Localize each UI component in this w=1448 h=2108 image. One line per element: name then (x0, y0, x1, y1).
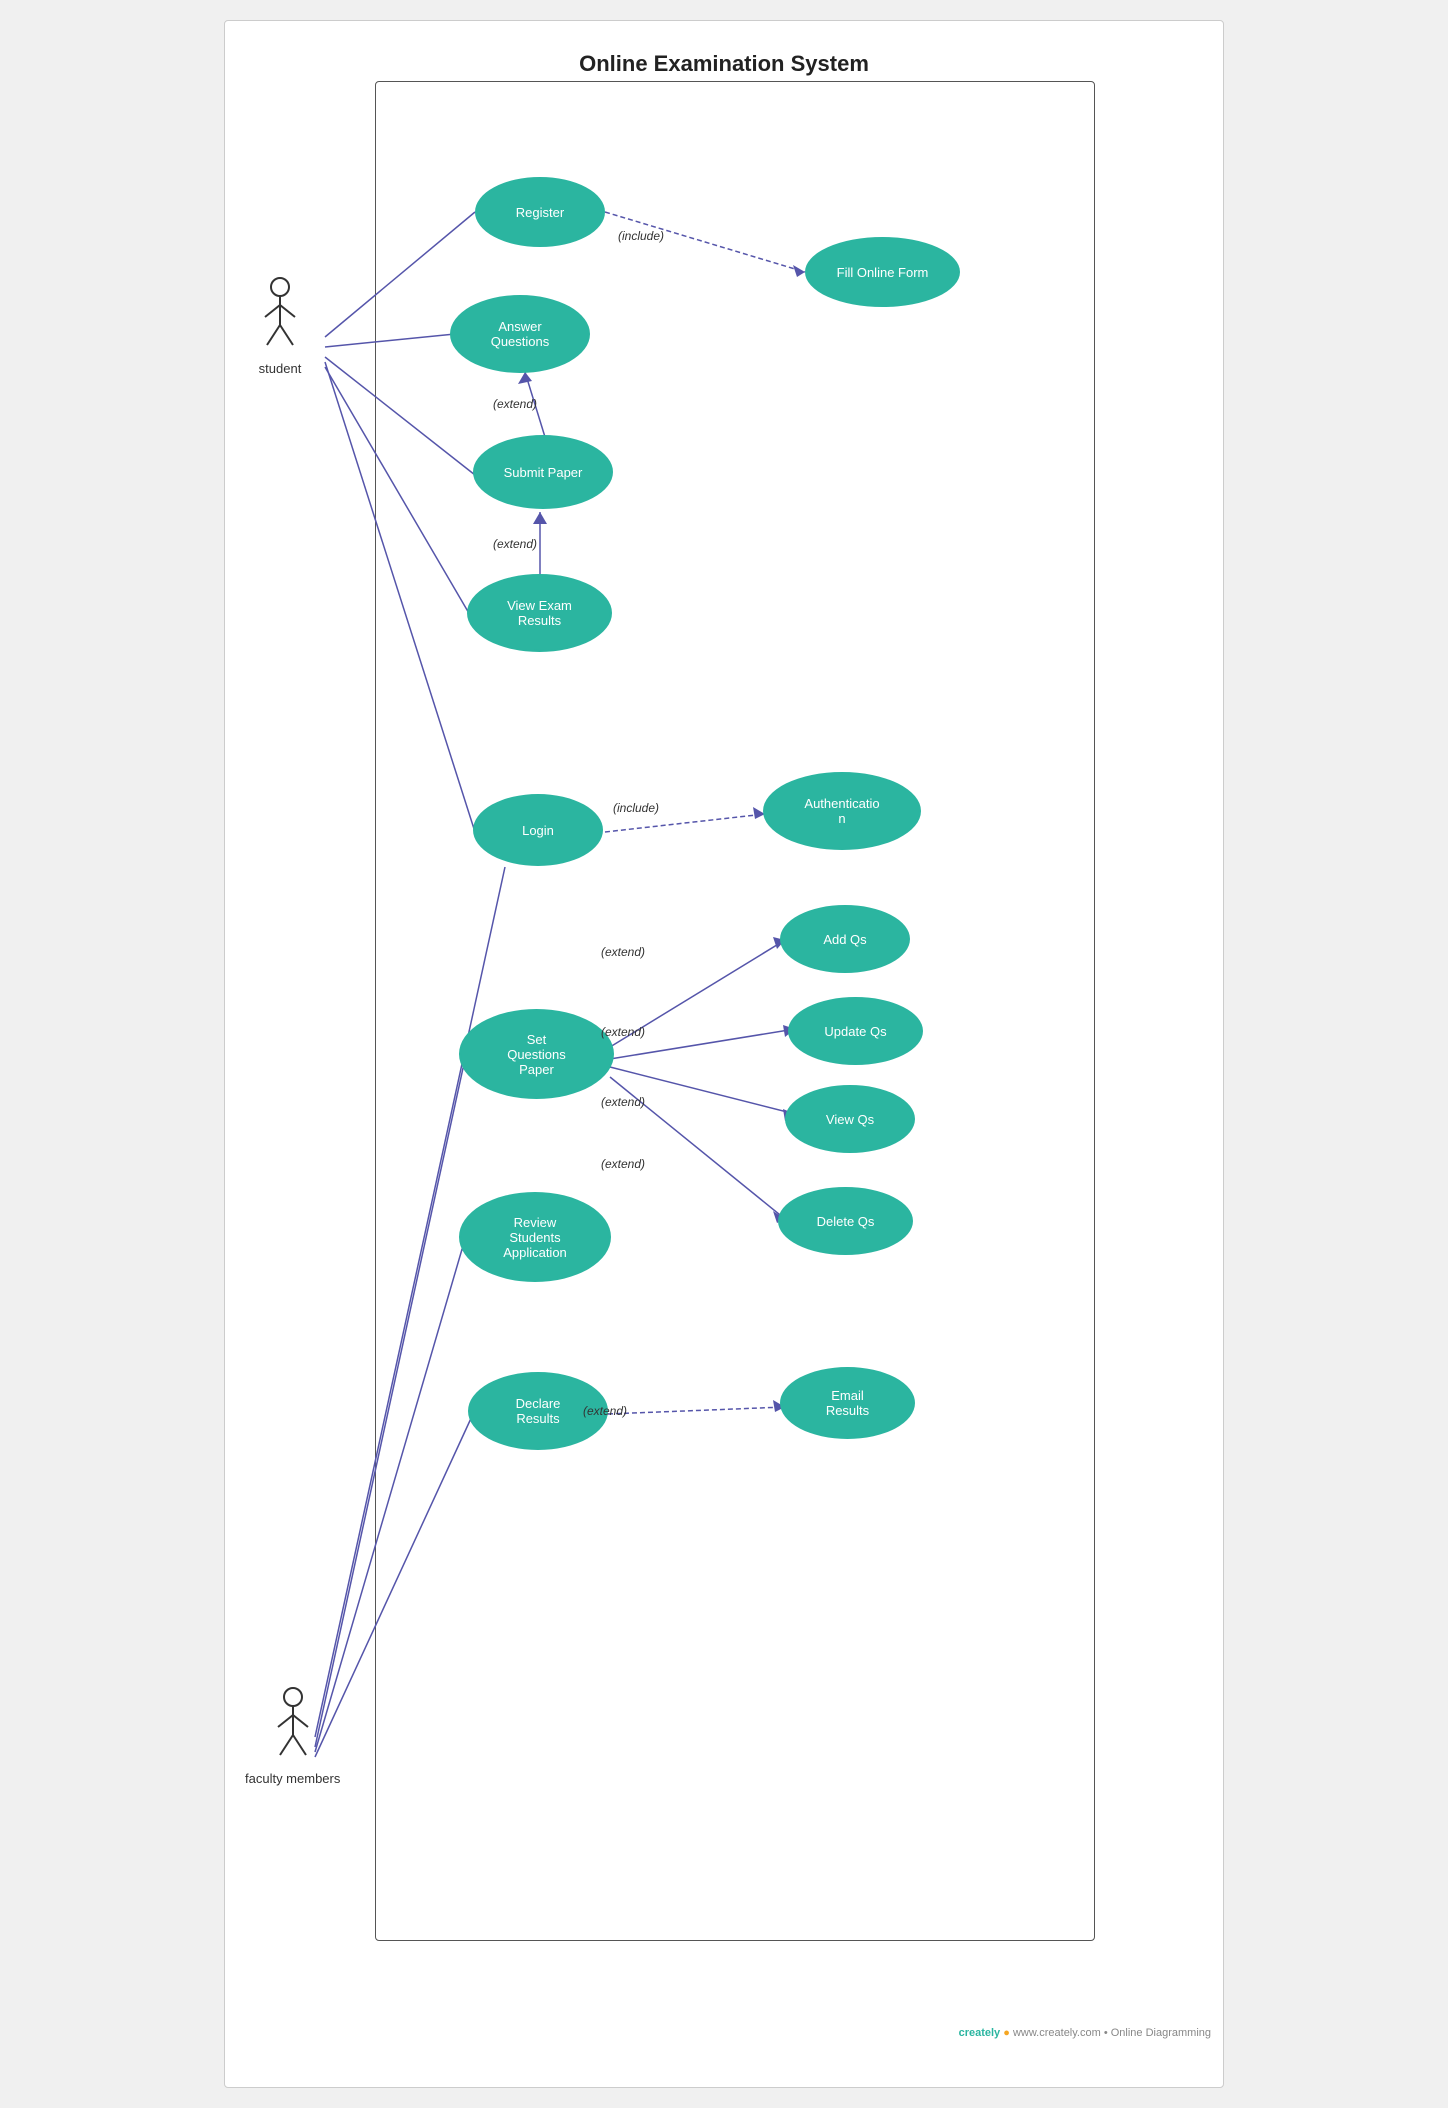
label-extend7: (extend) (583, 1404, 627, 1418)
usecase-login: Login (473, 794, 603, 866)
label-extend2: (extend) (493, 537, 537, 551)
usecase-set-questions-paper: Set Questions Paper (459, 1009, 614, 1099)
label-extend1: (extend) (493, 397, 537, 411)
usecase-email-results: Email Results (780, 1367, 915, 1439)
usecase-register: Register (475, 177, 605, 247)
usecase-view-qs: View Qs (785, 1085, 915, 1153)
label-extend3: (extend) (601, 945, 645, 959)
actor-faculty: faculty members (245, 1687, 340, 1786)
label-extend6: (extend) (601, 1157, 645, 1171)
diagram-area: student faculty members Register Fill On… (225, 97, 1223, 2047)
usecase-fill-online-form: Fill Online Form (805, 237, 960, 307)
usecase-add-qs: Add Qs (780, 905, 910, 973)
usecase-delete-qs: Delete Qs (778, 1187, 913, 1255)
usecase-update-qs: Update Qs (788, 997, 923, 1065)
usecase-answer-questions: Answer Questions (450, 295, 590, 373)
diagram-lines (225, 97, 1223, 2047)
usecase-view-exam-results: View Exam Results (467, 574, 612, 652)
student-label: student (259, 361, 302, 376)
label-include2: (include) (613, 801, 659, 815)
label-extend5: (extend) (601, 1095, 645, 1109)
watermark: creately ● www.creately.com • Online Dia… (959, 2027, 1211, 2039)
usecase-submit-paper: Submit Paper (473, 435, 613, 509)
usecase-authentication: Authenticatio n (763, 772, 921, 850)
label-include1: (include) (618, 229, 664, 243)
actor-student: student (255, 277, 305, 376)
student-figure (255, 277, 305, 357)
page-container: Online Examination System (224, 20, 1224, 2088)
faculty-figure (268, 1687, 318, 1767)
usecase-review-students-app: Review Students Application (459, 1192, 611, 1282)
faculty-label: faculty members (245, 1771, 340, 1786)
label-extend4: (extend) (601, 1025, 645, 1039)
